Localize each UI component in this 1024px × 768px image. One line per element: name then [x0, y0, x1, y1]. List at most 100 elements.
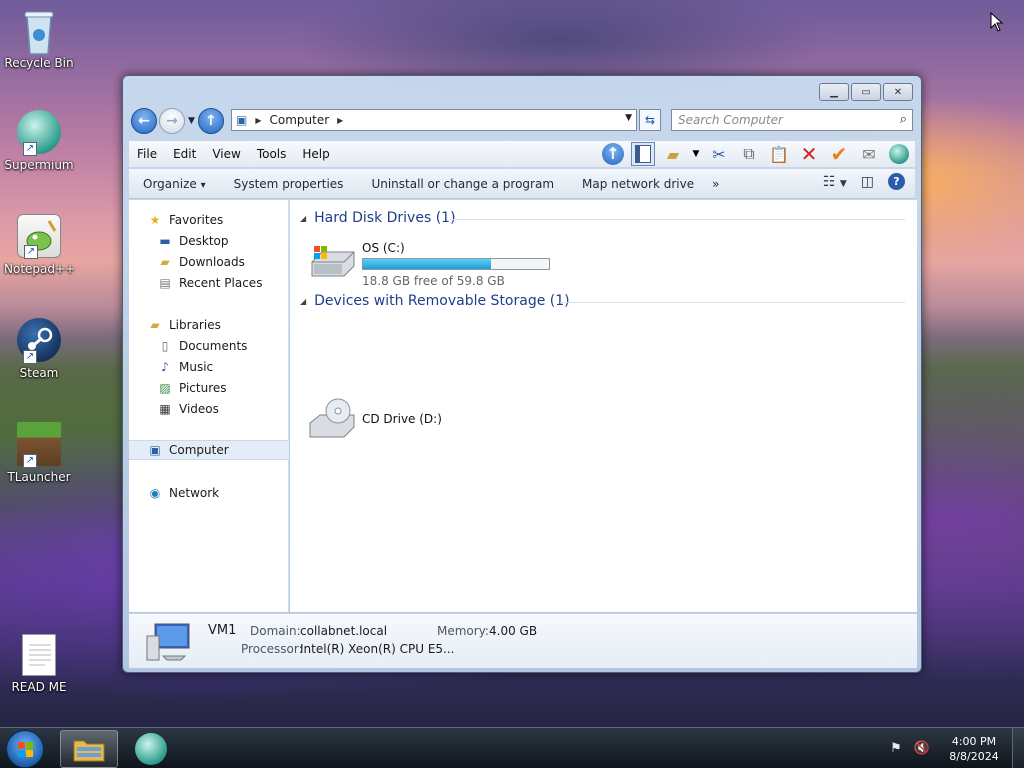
- recent-places-icon: ▤: [159, 276, 171, 290]
- close-button[interactable]: ✕: [883, 83, 913, 101]
- nav-label: Downloads: [179, 255, 245, 269]
- menu-view[interactable]: View: [204, 147, 248, 161]
- desktop-icon-label: Steam: [19, 366, 59, 380]
- checkmark-icon: ✔: [830, 142, 848, 166]
- folder-options-button[interactable]: ▰: [661, 142, 685, 166]
- properties-button[interactable]: ✔: [827, 142, 851, 166]
- volume-muted-icon[interactable]: 🔇: [914, 741, 930, 756]
- shortcut-arrow-icon: ↗: [23, 142, 37, 156]
- folder-options-dropdown[interactable]: ▼: [691, 142, 701, 166]
- libraries-icon: ▰: [150, 318, 160, 332]
- system-tray: ⚑ 🔇 4:00 PM 8/8/2024: [890, 728, 1024, 768]
- preview-pane-button[interactable]: ◫: [861, 174, 874, 190]
- desktop-icon-steam[interactable]: ↗ Steam: [4, 318, 74, 380]
- uninstall-program-button[interactable]: Uninstall or change a program: [357, 177, 568, 191]
- details-computer-icon: [145, 622, 193, 665]
- desktop-icon-recycle-bin[interactable]: Recycle Bin: [4, 8, 74, 70]
- breadcrumb-separator-icon: ▶: [255, 115, 262, 125]
- details-memory-label: Memory:: [437, 624, 489, 638]
- nav-label: Desktop: [179, 234, 229, 248]
- drive-d-name: CD Drive (D:): [362, 412, 442, 426]
- menu-edit[interactable]: Edit: [165, 147, 204, 161]
- back-button[interactable]: ←: [131, 108, 157, 134]
- search-placeholder: Search Computer: [678, 113, 783, 127]
- up-circle-icon: ↑: [602, 143, 624, 165]
- details-domain-value: collabnet.local: [300, 624, 388, 638]
- back-arrow-icon: ←: [138, 113, 150, 129]
- details-computer-name: VM1: [208, 623, 237, 638]
- navigation-pane: ★ Favorites ▬ Desktop ▰ Downloads ▤ Recent P…: [129, 200, 289, 612]
- group-removable-storage[interactable]: ◢ Devices with Removable Storage (1): [300, 293, 570, 309]
- change-view-button[interactable]: ☷ ▼: [823, 174, 847, 190]
- explorer-window[interactable]: ▁ ▭ ✕ ← → ▼ ↑ ▣ ▶ Computer ▶ ▼ ⇆ Search …: [122, 75, 922, 673]
- clock[interactable]: 4:00 PM 8/8/2024: [942, 734, 1006, 764]
- nav-computer[interactable]: ▣ Computer: [129, 440, 289, 460]
- copy-button[interactable]: ⧉: [737, 142, 761, 166]
- tlauncher-icon: ↗: [17, 422, 61, 468]
- details-memory-value: 4.00 GB: [489, 624, 538, 638]
- maximize-icon: ▭: [861, 86, 871, 98]
- supermium-taskbar-icon: [135, 733, 167, 765]
- nav-favorites[interactable]: ★ Favorites: [147, 210, 307, 230]
- maximize-button[interactable]: ▭: [851, 83, 881, 101]
- up-folder-button[interactable]: ↑: [601, 142, 625, 166]
- paste-button[interactable]: 📋: [767, 142, 791, 166]
- desktop-icon-tlauncher[interactable]: ↗ TLauncher: [4, 422, 74, 484]
- taskbar-explorer[interactable]: [60, 730, 118, 768]
- address-row: ← → ▼ ↑ ▣ ▶ Computer ▶ ▼ ⇆ Search Comput…: [131, 107, 913, 135]
- shortcut-arrow-icon: ↗: [23, 350, 37, 364]
- shortcut-arrow-icon: ↗: [24, 245, 38, 259]
- folder-check-icon: ▰: [666, 144, 680, 164]
- menu-file[interactable]: File: [129, 147, 165, 161]
- forward-button[interactable]: →: [159, 108, 185, 134]
- desktop-icon-notepadpp[interactable]: ↗ Notepad++: [4, 214, 75, 276]
- address-dropdown-icon[interactable]: ▼: [625, 113, 632, 123]
- downloads-folder-icon: ▰: [160, 255, 170, 269]
- help-button[interactable]: ?: [888, 173, 905, 190]
- music-note-icon: ♪: [161, 360, 169, 374]
- nav-libraries[interactable]: ▰ Libraries: [147, 315, 307, 335]
- address-bar[interactable]: ▣ ▶ Computer ▶ ▼: [231, 109, 637, 131]
- taskbar-supermium[interactable]: [122, 730, 180, 768]
- up-button[interactable]: ↑: [197, 108, 224, 134]
- details-pane: VM1 Domain: collabnet.local Memory: 4.00…: [129, 613, 917, 668]
- breadcrumb-computer[interactable]: Computer: [270, 113, 330, 127]
- search-input[interactable]: Search Computer ⌕: [671, 109, 913, 131]
- map-network-drive-button[interactable]: Map network drive: [568, 177, 708, 191]
- star-icon: ★: [149, 213, 161, 227]
- start-button[interactable]: [6, 730, 44, 768]
- mouse-cursor-icon: [990, 11, 1004, 35]
- breadcrumb-separator-icon[interactable]: ▶: [337, 116, 343, 125]
- supermium-small-icon: [889, 144, 909, 164]
- clipboard-icon: 📋: [769, 144, 789, 164]
- system-properties-button[interactable]: System properties: [220, 177, 358, 191]
- email-button[interactable]: ✉: [857, 142, 881, 166]
- drive-c-usage-fill: [363, 259, 491, 269]
- collapse-triangle-icon: ◢: [300, 296, 307, 306]
- desktop-icon-supermium[interactable]: ↗ Supermium: [4, 110, 74, 172]
- group-hard-disk-drives[interactable]: ◢ Hard Disk Drives (1): [300, 210, 456, 226]
- menu-help[interactable]: Help: [294, 147, 337, 161]
- command-bar: Organize ▾ System properties Uninstall o…: [129, 169, 915, 199]
- nav-network[interactable]: ◉ Network: [147, 483, 307, 503]
- nav-label: Recent Places: [179, 276, 263, 290]
- nav-label: Videos: [179, 402, 219, 416]
- collapse-triangle-icon: ◢: [300, 213, 307, 223]
- folders-pane-button[interactable]: [631, 142, 655, 166]
- chevron-down-icon: ▼: [839, 178, 847, 189]
- cut-button[interactable]: ✂: [707, 142, 731, 166]
- search-icon[interactable]: ⌕: [900, 112, 907, 127]
- window-controls: ▁ ▭ ✕: [819, 83, 913, 101]
- menu-tools[interactable]: Tools: [249, 147, 295, 161]
- minimize-button[interactable]: ▁: [819, 83, 849, 101]
- delete-button[interactable]: ✕: [797, 142, 821, 166]
- organize-button[interactable]: Organize ▾: [129, 177, 220, 191]
- action-center-flag-icon[interactable]: ⚑: [890, 741, 902, 756]
- show-desktop-button[interactable]: [1012, 728, 1024, 768]
- desktop-icon-read-me[interactable]: READ ME: [4, 634, 74, 694]
- supermium-toolbar-button[interactable]: [887, 142, 911, 166]
- recent-pages-dropdown[interactable]: ▼: [188, 116, 195, 126]
- content-pane: ◢ Hard Disk Drives (1) OS (C:) 18.8 GB fr…: [290, 200, 917, 612]
- refresh-button[interactable]: ⇆: [639, 109, 661, 131]
- more-commands-button[interactable]: »: [708, 177, 733, 191]
